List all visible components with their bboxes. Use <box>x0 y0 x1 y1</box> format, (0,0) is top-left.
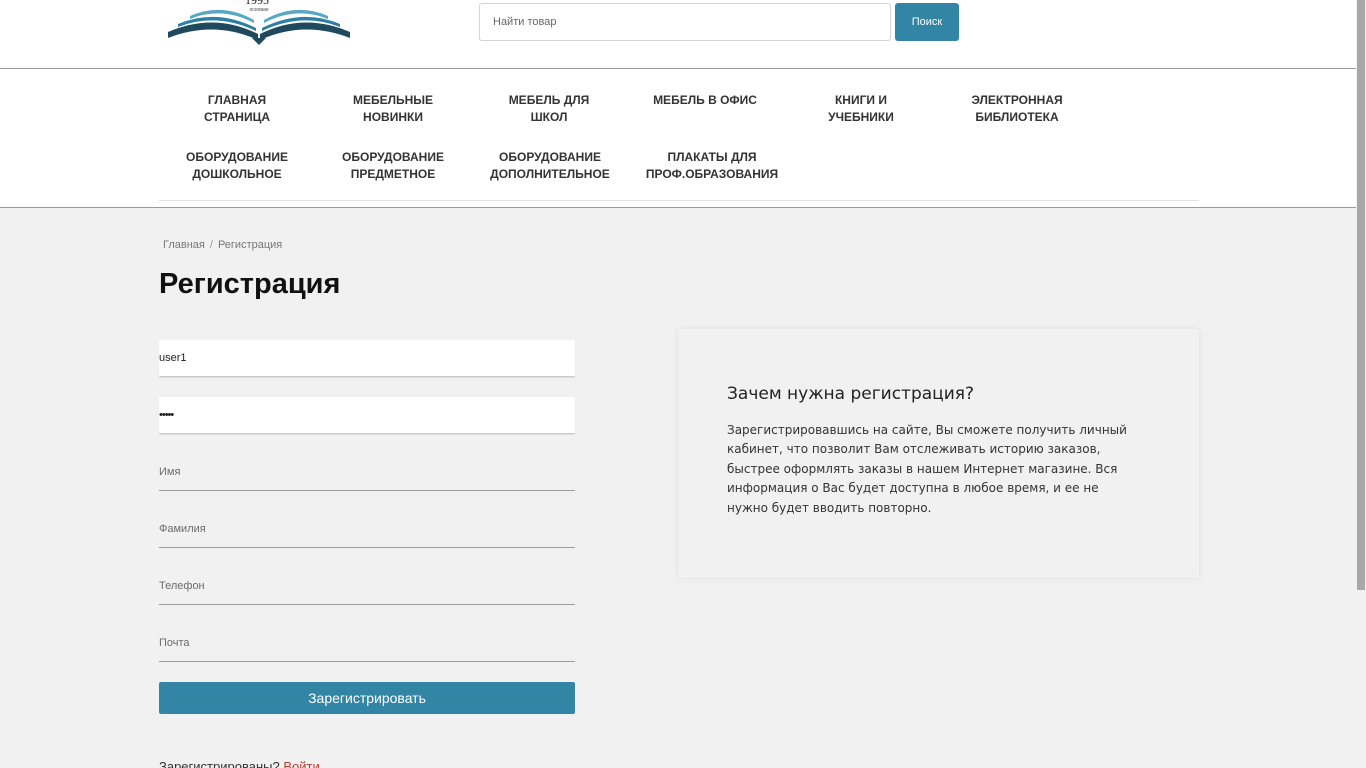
already-registered-line: Зарегистрированы? Войти <box>159 759 320 768</box>
nav-divider <box>159 200 1199 201</box>
nav-item-home[interactable]: ГЛАВНАЯ СТРАНИЦА <box>162 92 312 126</box>
nav-item-preschool-equipment[interactable]: ОБОРУДОВАНИЕ ДОШКОЛЬНОЕ <box>162 149 312 183</box>
logo-year: 1995 <box>245 0 269 7</box>
nav-item-books[interactable]: КНИГИ И УЧЕБНИКИ <box>786 92 936 126</box>
breadcrumb-home-link[interactable]: Главная <box>163 239 205 251</box>
email-field[interactable] <box>159 625 575 662</box>
search-button[interactable]: Поиск <box>895 3 959 41</box>
password-field[interactable] <box>159 397 575 434</box>
nav-item-additional-equipment[interactable]: ОБОРУДОВАНИЕ ДОПОЛНИТЕЛЬНОЕ <box>475 149 625 183</box>
site-header: 1995 основан Поиск <box>0 0 1356 69</box>
phone-field[interactable] <box>159 568 575 605</box>
main-nav: ГЛАВНАЯ СТРАНИЦА МЕБЕЛЬНЫЕ НОВИНКИ МЕБЕЛЬ … <box>0 69 1356 208</box>
login-field[interactable] <box>159 340 575 377</box>
register-button[interactable]: Зарегистрировать <box>159 682 575 714</box>
breadcrumb-separator: / <box>209 239 213 251</box>
nav-item-office-furniture[interactable]: МЕБЕЛЬ В ОФИС <box>630 92 780 109</box>
nav-item-school-furniture[interactable]: МЕБЕЛЬ ДЛЯ ШКОЛ <box>474 92 624 126</box>
login-link[interactable]: Войти <box>283 759 319 768</box>
first-name-field[interactable] <box>159 454 575 491</box>
search-input[interactable] <box>479 3 891 41</box>
logo-caption: основан <box>250 7 269 13</box>
breadcrumb: Главная / Регистрация <box>163 239 282 251</box>
nav-item-posters[interactable]: ПЛАКАТЫ ДЛЯ ПРОФ.ОБРАЗОВАНИЯ <box>632 149 792 183</box>
nav-item-furniture-new[interactable]: МЕБЕЛЬНЫЕ НОВИНКИ <box>318 92 468 126</box>
logo[interactable]: 1995 основан <box>164 0 354 48</box>
already-registered-text: Зарегистрированы? <box>159 759 280 768</box>
nav-item-e-library[interactable]: ЭЛЕКТРОННАЯ БИБЛИОТЕКА <box>942 92 1092 126</box>
page-scrollbar[interactable] <box>1356 0 1366 768</box>
breadcrumb-current: Регистрация <box>217 239 283 251</box>
last-name-field[interactable] <box>159 511 575 548</box>
page-title: Регистрация <box>159 268 341 300</box>
scrollbar-thumb[interactable] <box>1357 0 1365 590</box>
info-title: Зачем нужна регистрация? <box>727 384 975 404</box>
nav-item-subject-equipment[interactable]: ОБОРУДОВАНИЕ ПРЕДМЕТНОЕ <box>318 149 468 183</box>
registration-info-panel: Зачем нужна регистрация? Зарегистрировав… <box>678 329 1199 578</box>
info-text: Зарегистрировавшись на сайте, Вы сможете… <box>727 423 1127 515</box>
